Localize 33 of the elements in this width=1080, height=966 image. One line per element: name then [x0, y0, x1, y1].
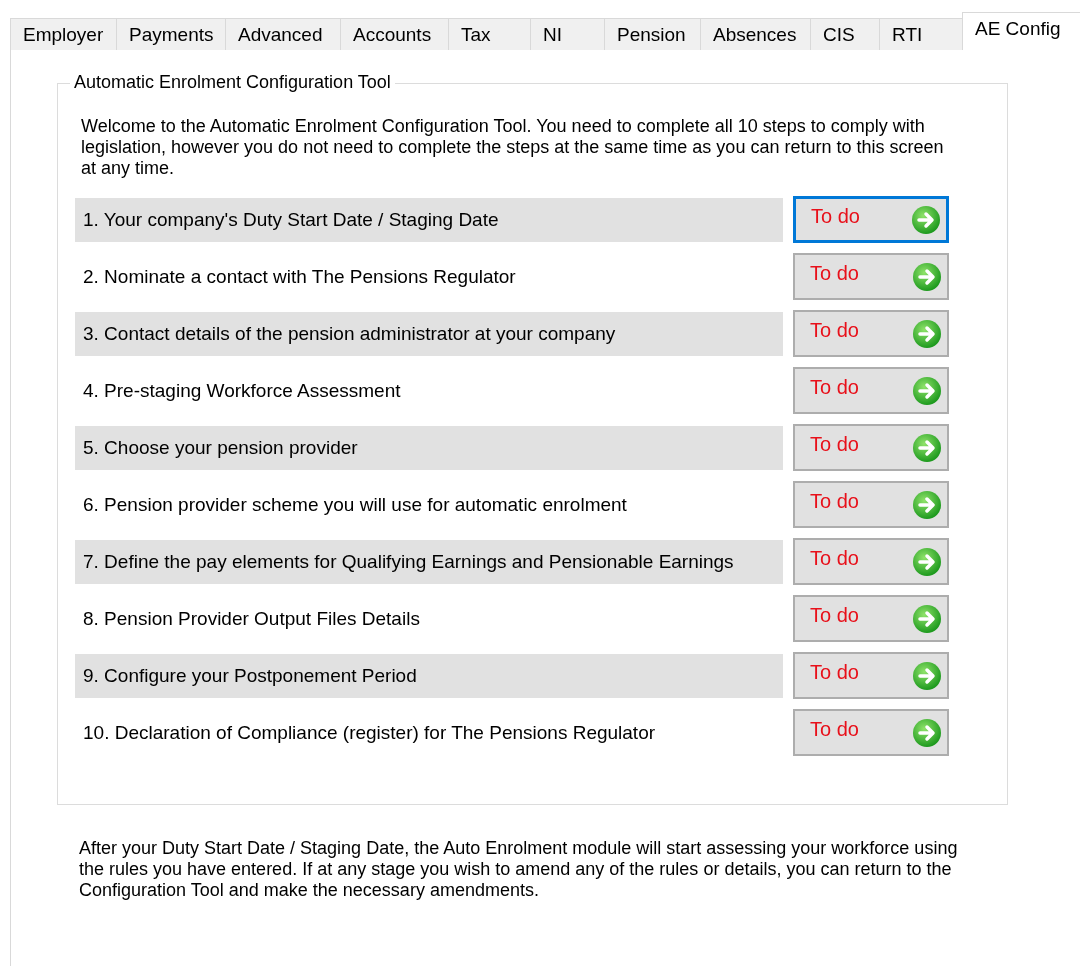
tab[interactable]: Pension: [604, 18, 701, 50]
step-label: 5. Choose your pension provider: [75, 425, 783, 470]
status-button[interactable]: To do: [793, 367, 949, 414]
step-label: 3. Contact details of the pension administrator at your company: [75, 311, 783, 356]
status-button[interactable]: To do: [793, 538, 949, 585]
tab[interactable]: Payments: [116, 18, 226, 50]
status-button[interactable]: To do: [793, 652, 949, 699]
step-label: 4. Pre-staging Workforce Assessment: [82, 378, 402, 403]
tab[interactable]: Employer: [10, 18, 117, 50]
step-label: 9. Configure your Postponement Period: [75, 653, 783, 698]
status-button[interactable]: To do: [793, 253, 949, 300]
status-button[interactable]: To do: [793, 424, 949, 471]
step-label: 1. Your company's Duty Start Date / Staging Date: [75, 197, 783, 242]
status-button[interactable]: To do: [793, 709, 949, 756]
tab[interactable]: CIS: [810, 18, 880, 50]
status-button[interactable]: To do: [793, 310, 949, 357]
status-button[interactable]: To do: [793, 595, 949, 642]
group-title: Automatic Enrolment Configuration Tool: [70, 72, 395, 93]
tab[interactable]: NI: [530, 18, 605, 50]
tab[interactable]: Accounts: [340, 18, 449, 50]
step-label: 10. Declaration of Compliance (register) for The Pensions Regulator: [82, 720, 657, 745]
step-label: 6. Pension provider scheme you will use for automatic enrolment: [82, 492, 628, 517]
footer-text: After your Duty Start Date / Staging Date, the Auto Enrolment module will start assessing your workforce using the rules you have entered. If at any stage you wish to amend any of the rules or details, you can return to the Configuration Tool and make the necessary amendments.: [79, 838, 959, 901]
tab[interactable]: Advanced: [225, 18, 341, 50]
tab[interactable]: RTI: [879, 18, 963, 50]
tab[interactable]: Absences: [700, 18, 811, 50]
status-button[interactable]: To do: [793, 196, 949, 243]
step-label: 2. Nominate a contact with The Pensions Regulator: [82, 264, 517, 289]
step-label: 8. Pension Provider Output Files Details: [82, 606, 421, 631]
step-label: 7. Define the pay elements for Qualifying Earnings and Pensionable Earnings: [75, 539, 783, 584]
intro-text: Welcome to the Automatic Enrolment Configuration Tool. You need to complete all 10 steps to comply with legislation, however you do not need to complete the steps at the same time as you can return to this screen at any time.: [81, 116, 945, 179]
tab[interactable]: Tax: [448, 18, 531, 50]
status-button[interactable]: To do: [793, 481, 949, 528]
